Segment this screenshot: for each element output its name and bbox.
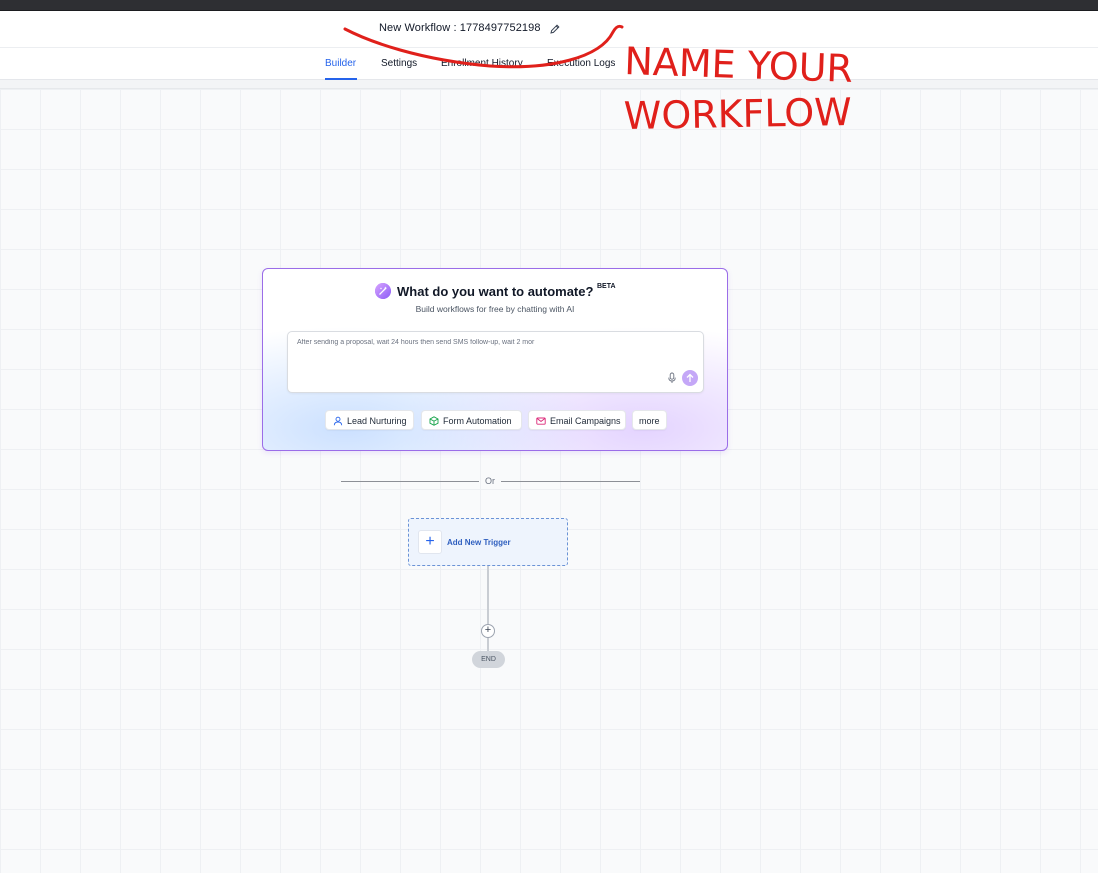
chip-email-campaigns[interactable]: Email Campaigns [528, 410, 626, 430]
ai-prompt-input[interactable]: After sending a proposal, wait 24 hours … [297, 339, 677, 346]
beta-badge: BETA [597, 283, 616, 290]
pencil-icon[interactable] [549, 23, 561, 35]
or-divider: Or [341, 476, 640, 488]
tab-execution-logs[interactable]: Execution Logs [547, 58, 615, 69]
add-step-button[interactable]: + [481, 624, 495, 638]
sub-toolbar [0, 80, 1098, 89]
tab-builder[interactable]: Builder [325, 58, 356, 69]
ai-prompt-box[interactable]: After sending a proposal, wait 24 hours … [287, 331, 704, 393]
ai-heading: What do you want to automate? BETA [263, 283, 727, 301]
chip-label: Lead Nurturing [347, 416, 407, 426]
send-button[interactable] [682, 370, 698, 386]
workflow-header: New Workflow : 1778497752198 [0, 11, 1098, 48]
mail-icon [536, 417, 546, 425]
user-icon [333, 416, 343, 426]
chip-form-automation[interactable]: Form Automation [421, 410, 522, 430]
flow-connector [487, 566, 489, 624]
cube-icon [429, 416, 439, 426]
ai-builder-card: What do you want to automate? BETA Build… [262, 268, 728, 451]
ai-sparkle-icon [375, 283, 391, 299]
chip-more[interactable]: more [632, 410, 667, 430]
browser-top-strip [0, 0, 1098, 11]
tab-bar: Builder Settings Enrollment History Exec… [0, 48, 1098, 80]
ai-card-title: What do you want to automate? [397, 284, 594, 299]
or-label: Or [485, 476, 495, 486]
add-new-trigger-button[interactable]: + Add New Trigger [408, 518, 568, 566]
divider-line-left [341, 481, 479, 482]
plus-icon: + [418, 530, 442, 554]
add-trigger-label: Add New Trigger [447, 538, 511, 547]
chip-label: Email Campaigns [550, 416, 621, 426]
flow-connector-end [487, 638, 489, 651]
ai-card-subtitle: Build workflows for free by chatting wit… [415, 304, 575, 314]
tab-settings[interactable]: Settings [381, 58, 417, 69]
divider-line-right [501, 481, 640, 482]
workflow-title[interactable]: New Workflow : 1778497752198 [379, 22, 541, 34]
arrow-up-icon [686, 373, 694, 382]
microphone-icon[interactable] [666, 372, 678, 384]
end-node: END [472, 651, 505, 668]
chip-label: Form Automation [443, 416, 512, 426]
tab-enrollment-history[interactable]: Enrollment History [441, 58, 523, 69]
chip-lead-nurturing[interactable]: Lead Nurturing [325, 410, 414, 430]
chip-label: more [639, 416, 660, 426]
